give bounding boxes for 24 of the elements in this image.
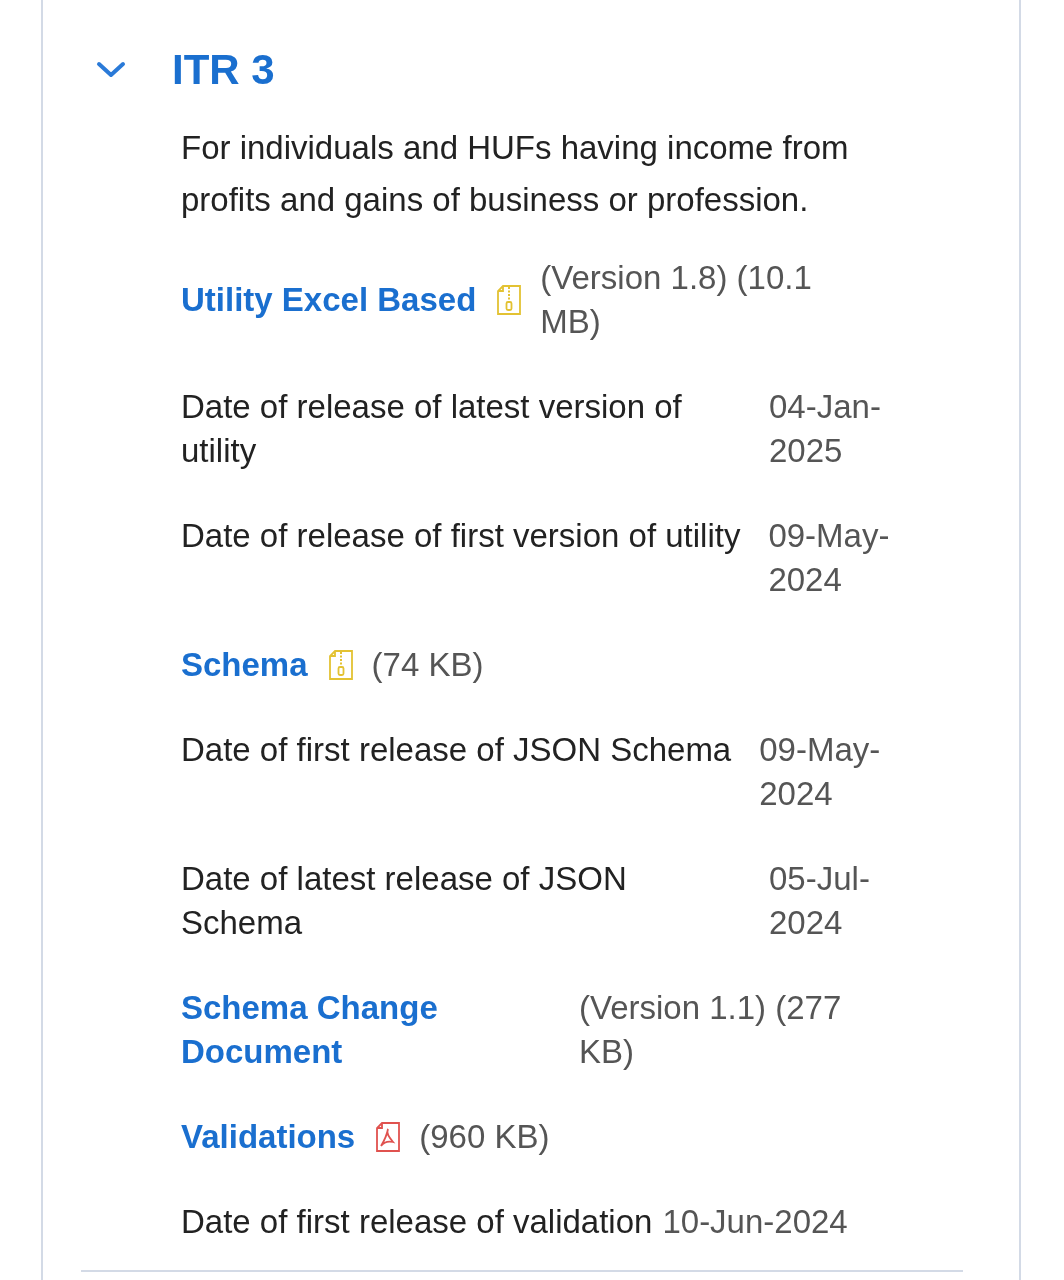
date-value: 04-Jan-2025 — [769, 387, 882, 471]
chevron-down-icon[interactable] — [96, 60, 126, 80]
date-value: 09-May-2024 — [768, 516, 891, 600]
description-text: For individuals and HUFs having income from profits and gains of business or profession. — [181, 128, 850, 220]
download-link[interactable]: Utility Excel Based — [181, 278, 477, 322]
date-label: Date of latest release of JSON Schema — [181, 859, 628, 943]
date-value: 05-Jul-2024 — [769, 859, 871, 943]
file-info: (Version 1.1) (277 KB) — [579, 988, 843, 1072]
zip-file-icon — [496, 284, 523, 316]
date-label: Date of release of first version of utility — [181, 516, 741, 556]
download-link[interactable]: Schema Change Document — [181, 986, 561, 1074]
date-value: 10-Jun-2024 — [662, 1202, 848, 1242]
file-info: (Version 1.8) (10.1 MB) — [540, 258, 813, 342]
download-link[interactable]: Schema — [181, 643, 308, 687]
file-info: (960 KB) — [419, 1117, 550, 1157]
date-label: Date of release of latest version of utility — [181, 387, 683, 471]
section-title[interactable]: ITR 3 — [172, 46, 275, 94]
zip-file-icon — [327, 649, 354, 681]
pdf-file-icon — [375, 1121, 402, 1153]
file-info: (74 KB) — [371, 645, 484, 685]
date-value: 09-May-2024 — [759, 730, 882, 814]
date-label: Date of first release of JSON Schema — [181, 730, 732, 770]
date-label: Date of first release of validation — [181, 1202, 653, 1242]
download-link[interactable]: Validations — [181, 1115, 356, 1159]
